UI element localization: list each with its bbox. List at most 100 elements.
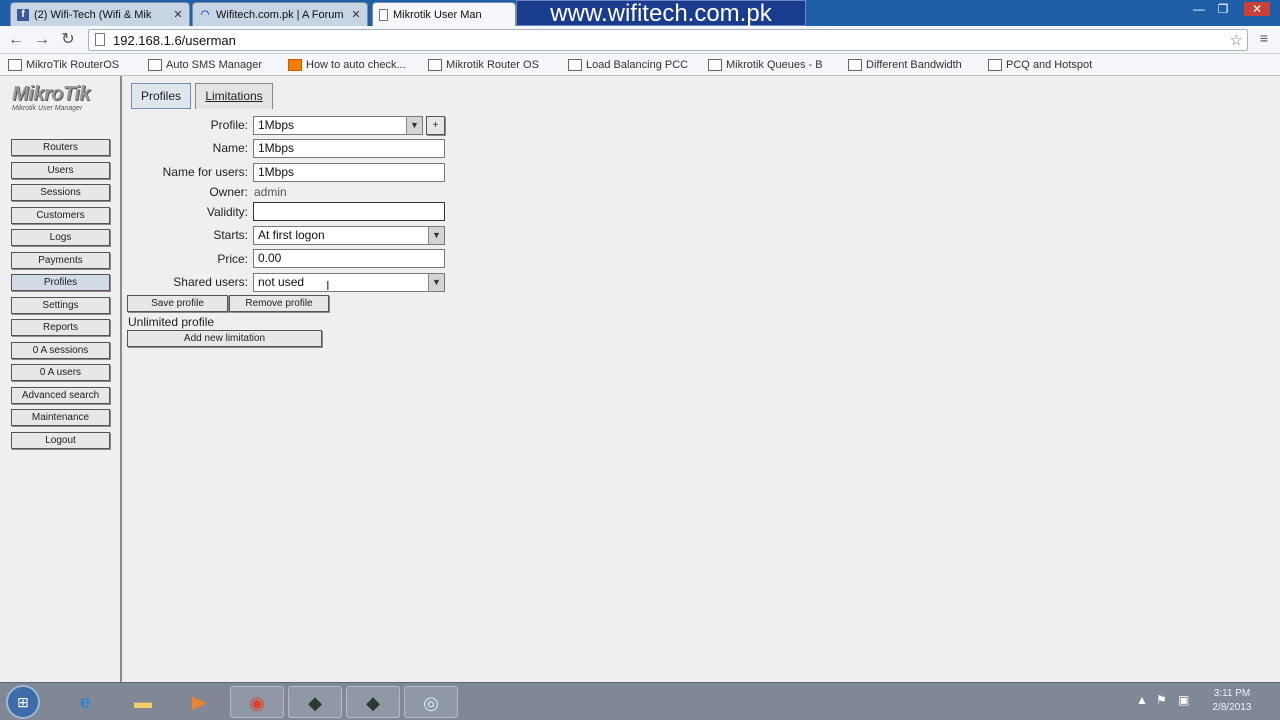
browser-tab-facebook[interactable]: f (2) Wifi-Tech (Wifi & Mik ✕	[10, 2, 190, 26]
network-icon[interactable]: ◎	[404, 686, 458, 718]
validity-input[interactable]	[253, 202, 445, 221]
name-input[interactable]: 1Mbps	[253, 139, 445, 158]
bookmark-item[interactable]: How to auto check...	[288, 57, 418, 73]
starts-select-value: At first logon	[258, 228, 325, 242]
chrome-icon[interactable]: ◉	[230, 686, 284, 718]
sidebar-item-logout[interactable]: Logout	[11, 432, 110, 449]
bookmark-label: PCQ and Hotspot	[1006, 59, 1093, 71]
media-player-icon[interactable]: ▶	[172, 686, 226, 718]
menu-icon[interactable]: ≡	[1256, 30, 1272, 48]
sidebar-item-reports[interactable]: Reports	[11, 319, 110, 336]
bookmark-item[interactable]: Load Balancing PCC	[568, 57, 698, 73]
logo-subtitle: Mikrotik User Manager	[12, 105, 83, 112]
shared-users-select-value: not used	[258, 275, 305, 289]
sidebar-item-active-sessions[interactable]: 0 A sessions	[11, 342, 110, 359]
text-cursor-icon: I	[326, 278, 330, 293]
browser-tab-wifitech[interactable]: ◠ Wifitech.com.pk | A Forum ✕	[192, 2, 368, 26]
page-icon	[95, 33, 105, 46]
bookmark-item[interactable]: Different Bandwidth	[848, 57, 978, 73]
bookmark-item[interactable]: Auto SMS Manager	[148, 57, 276, 73]
watermark-banner: www.wifitech.com.pk	[516, 0, 806, 27]
sidebar-item-settings[interactable]: Settings	[11, 297, 110, 314]
forward-button[interactable]: →	[32, 30, 52, 50]
show-hidden-icons[interactable]: ▲	[1136, 693, 1148, 707]
profile-select[interactable]: 1Mbps ▼	[253, 116, 423, 135]
close-icon[interactable]: ✕	[349, 8, 363, 21]
bookmark-item[interactable]: MikroTik RouterOS	[8, 57, 138, 73]
address-bar[interactable]: 192.168.1.6/userman ☆	[88, 29, 1248, 51]
chevron-down-icon[interactable]: ▼	[428, 274, 444, 291]
save-profile-button[interactable]: Save profile	[127, 295, 228, 312]
system-clock[interactable]: 3:11 PM 2/8/2013	[1200, 687, 1264, 715]
chevron-down-icon[interactable]: ▼	[406, 117, 422, 134]
start-button[interactable]: ⊞	[6, 685, 40, 719]
site-icon	[568, 59, 582, 71]
bookmark-label: Load Balancing PCC	[586, 59, 689, 71]
close-window-button[interactable]: ✕	[1244, 2, 1270, 16]
internet-explorer-icon[interactable]: e	[58, 686, 112, 718]
tab-limitations[interactable]: Limitations	[195, 83, 273, 109]
bookmark-item[interactable]: Mikrotik Queues - B	[708, 57, 834, 73]
sidebar-item-maintenance[interactable]: Maintenance	[11, 409, 110, 426]
owner-value: admin	[254, 185, 287, 199]
site-icon	[848, 59, 862, 71]
star-icon[interactable]: ☆	[1230, 31, 1243, 49]
tab-profiles[interactable]: Profiles	[131, 83, 191, 109]
bookmark-item[interactable]: Mikrotik Router OS	[428, 57, 554, 73]
sidebar-item-logs[interactable]: Logs	[11, 229, 110, 246]
back-button[interactable]: ←	[6, 30, 26, 50]
sidebar-item-active-users[interactable]: 0 A users	[11, 364, 110, 381]
action-center-icon[interactable]: ⚑	[1156, 693, 1167, 707]
users-name-label: Name for users:	[162, 165, 248, 179]
profile-label: Profile:	[210, 118, 248, 132]
tab-label: Mikrotik User Man	[393, 8, 482, 21]
sidebar-item-users[interactable]: Users	[11, 162, 110, 179]
maximize-button[interactable]: ❐	[1212, 2, 1234, 16]
sidebar-item-payments[interactable]: Payments	[11, 252, 110, 269]
folder-icon[interactable]: ▬	[116, 686, 170, 718]
user-manager-page: MikroTik Mikrotik User Manager Routers U…	[0, 76, 1280, 682]
site-icon	[428, 59, 442, 71]
browser-tab-user-manager[interactable]: Mikrotik User Man	[372, 2, 516, 26]
page-icon	[379, 8, 388, 21]
blogger-icon	[288, 59, 302, 71]
clock-date: 2/8/2013	[1212, 702, 1252, 713]
remove-profile-button[interactable]: Remove profile	[229, 295, 329, 312]
sidebar-item-profiles[interactable]: Profiles	[11, 274, 110, 291]
url-text: 192.168.1.6/userman	[113, 33, 236, 48]
starts-select[interactable]: At first logon ▼	[253, 226, 445, 245]
sidebar-item-routers[interactable]: Routers	[11, 139, 110, 156]
bookmarks-bar: MikroTik RouterOS Auto SMS Manager How t…	[0, 54, 1280, 76]
page-icon	[148, 59, 162, 71]
add-limitation-button[interactable]: Add new limitation	[127, 330, 322, 347]
network-tray-icon[interactable]: ▣	[1178, 693, 1189, 707]
sidebar-item-sessions[interactable]: Sessions	[11, 184, 110, 201]
minimize-button[interactable]: —	[1188, 2, 1210, 16]
reload-button[interactable]: ↻	[58, 30, 78, 50]
mikrotik-logo: MikroTik Mikrotik User Manager	[12, 84, 108, 118]
starts-label: Starts:	[213, 228, 248, 242]
page-icon	[708, 59, 722, 71]
name-label: Name:	[212, 141, 248, 155]
browser-toolbar: ← → ↻ 192.168.1.6/userman ☆	[0, 26, 1280, 54]
bookmark-item[interactable]: PCQ and Hotspot	[988, 57, 1118, 73]
close-icon[interactable]: ✕	[171, 8, 185, 21]
sidebar-item-advanced-search[interactable]: Advanced search	[11, 387, 110, 404]
sidebar-item-customers[interactable]: Customers	[11, 207, 110, 224]
chevron-down-icon[interactable]: ▼	[428, 227, 444, 244]
bookmark-icon	[8, 59, 22, 71]
price-input[interactable]: 0.00	[253, 249, 445, 268]
validity-label: Validity:	[206, 205, 248, 219]
winbox-icon[interactable]: ◆	[346, 686, 400, 718]
profile-select-value: 1Mbps	[258, 118, 295, 132]
winbox-icon[interactable]: ◆	[288, 686, 342, 718]
add-profile-button[interactable]: +	[426, 116, 445, 135]
bookmark-label: Auto SMS Manager	[166, 59, 262, 71]
unlimited-profile-label: Unlimited profile	[128, 315, 215, 329]
shared-users-select[interactable]: not used ▼	[253, 273, 445, 292]
users-name-input[interactable]: 1Mbps	[253, 163, 445, 182]
bookmark-label: How to auto check...	[306, 59, 406, 71]
tab-label: Wifitech.com.pk | A Forum	[216, 8, 344, 21]
bookmark-label: MikroTik RouterOS	[26, 59, 120, 71]
site-icon	[988, 59, 1002, 71]
